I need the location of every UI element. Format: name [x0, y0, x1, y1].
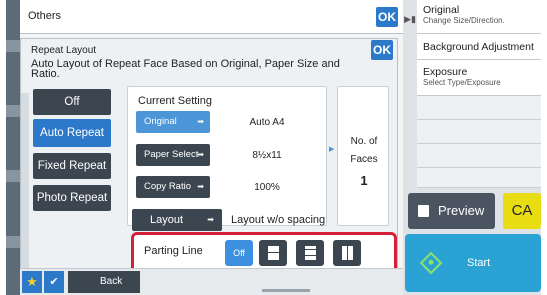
- right-settings-panel: ▶▮ Original Change Size/Direction. Backg…: [403, 0, 541, 295]
- paper-size-value: 8½x11: [252, 150, 282, 161]
- right-item-empty: [417, 96, 541, 120]
- others-title: Others: [28, 10, 62, 22]
- start-button[interactable]: Start: [405, 234, 541, 292]
- repeat-option-fixed[interactable]: Fixed Repeat: [33, 153, 111, 179]
- right-item-title: Original: [423, 4, 460, 16]
- parting-line-mark: [305, 249, 316, 250]
- current-setting-panel: Current Setting Original ➡ Auto A4 Paper…: [127, 86, 327, 226]
- others-window: Others OK: [20, 0, 403, 34]
- right-item-empty: [417, 168, 541, 188]
- original-button[interactable]: Original ➡: [136, 111, 210, 133]
- right-item-title: Background Adjustment: [423, 41, 534, 53]
- start-icon: [419, 251, 443, 275]
- right-item-subtitle: Change Size/Direction.: [423, 16, 505, 25]
- left-edge-strip: [6, 0, 20, 295]
- right-item-exposure[interactable]: Exposure Select Type/Exposure: [417, 60, 541, 96]
- back-button[interactable]: Back: [68, 271, 140, 293]
- parting-line-mark: [268, 252, 279, 253]
- document-icon: [418, 205, 429, 217]
- parting-line-off-button[interactable]: Off: [225, 240, 253, 266]
- original-value: Auto A4: [249, 117, 285, 128]
- layout-button[interactable]: Layout ➡: [132, 209, 222, 231]
- parting-line-option-2[interactable]: [296, 240, 324, 266]
- copy-ratio-value: 100%: [254, 182, 280, 193]
- others-ok-button[interactable]: OK: [376, 7, 398, 27]
- right-item-original[interactable]: Original Change Size/Direction.: [417, 0, 541, 34]
- faces-count: 1: [360, 173, 368, 188]
- strip-tab: [6, 40, 20, 52]
- faces-label: No. of Faces: [338, 133, 390, 169]
- preview-button[interactable]: Preview: [408, 193, 495, 229]
- star-icon[interactable]: ★: [22, 271, 42, 293]
- parting-line-label: Parting Line: [144, 245, 203, 257]
- repeat-option-photo[interactable]: Photo Repeat: [33, 185, 111, 211]
- layout-button-label: Layout: [150, 214, 184, 226]
- repeat-option-auto[interactable]: Auto Repeat: [33, 119, 111, 147]
- dialog-ok-button[interactable]: OK: [371, 40, 393, 60]
- copy-ratio-button[interactable]: Copy Ratio ➡: [136, 176, 210, 198]
- parting-line-option-3[interactable]: [333, 240, 361, 266]
- dialog-left-rail: [21, 93, 29, 271]
- paper-select-button[interactable]: Paper Select ➡: [136, 144, 210, 166]
- parting-line-option-1[interactable]: [259, 240, 287, 266]
- arrow-right-icon: ▶: [329, 146, 335, 153]
- arrow-right-icon: ➡: [197, 117, 204, 126]
- preview-label: Preview: [438, 203, 485, 218]
- copy-ratio-label: Copy Ratio: [144, 181, 191, 192]
- layout-value: Layout w/o spacing: [231, 214, 326, 226]
- check-icon[interactable]: ✔: [44, 271, 64, 293]
- current-setting-label: Current Setting: [138, 95, 212, 107]
- repeat-option-off[interactable]: Off: [33, 89, 111, 115]
- dialog-description: Auto Layout of Repeat Face Based on Orig…: [31, 58, 340, 80]
- parting-line-mark: [305, 255, 316, 256]
- right-item-title: Exposure: [423, 66, 468, 78]
- paper-select-label: Paper Select: [144, 149, 199, 160]
- page-line-icon: [268, 246, 279, 260]
- strip-tab: [6, 170, 20, 182]
- arrow-right-icon: ➡: [197, 150, 204, 159]
- scroll-grip[interactable]: [262, 289, 310, 292]
- start-label: Start: [467, 257, 491, 269]
- dialog-title: Repeat Layout: [31, 45, 97, 56]
- copy-settings-screen: Others OK ▶▮ Original Change Size/Direct…: [6, 0, 541, 295]
- panel-toggle-icon[interactable]: ▶▮: [403, 8, 417, 30]
- clear-all-button[interactable]: CA: [503, 193, 541, 229]
- faces-panel: No. of Faces 1: [337, 86, 389, 226]
- right-item-background-adjustment[interactable]: Background Adjustment: [417, 34, 541, 60]
- right-item-subtitle: Select Type/Exposure: [423, 78, 501, 87]
- parting-line-mark: [347, 246, 348, 260]
- original-button-label: Original: [144, 116, 177, 127]
- bottom-bar: ★ ✔ Back: [20, 268, 403, 295]
- strip-tab: [6, 105, 20, 117]
- strip-tab: [6, 236, 20, 248]
- faces-label-line1: No. of: [350, 136, 378, 147]
- arrow-right-icon: ➡: [197, 182, 204, 191]
- faces-label-line2: Faces: [350, 154, 378, 165]
- arrow-right-icon: ➡: [207, 215, 214, 224]
- right-item-empty: [417, 144, 541, 168]
- right-item-empty: [417, 120, 541, 144]
